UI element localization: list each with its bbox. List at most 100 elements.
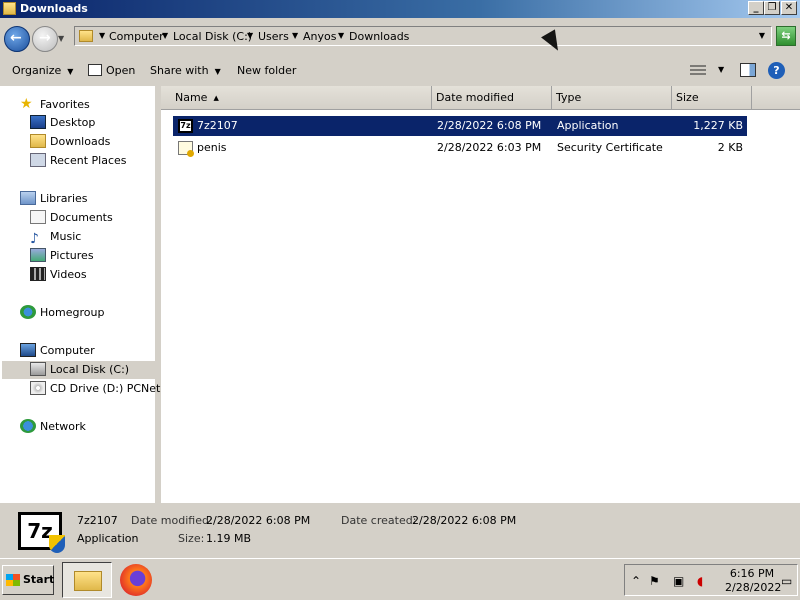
chevron-down-icon[interactable]: ▼ — [162, 31, 168, 40]
details-size: 1.19 MB — [206, 532, 252, 545]
column-header-name[interactable]: Name ▲ — [161, 86, 432, 110]
chevron-down-icon[interactable]: ▼ — [292, 31, 298, 40]
nav-network[interactable]: Network — [20, 418, 86, 436]
file-size: 2 KB — [717, 141, 743, 154]
file-type: Security Certificate — [557, 141, 663, 154]
file-date: 2/28/2022 6:08 PM — [437, 119, 542, 132]
documents-icon — [30, 210, 46, 224]
start-button[interactable]: Start — [2, 565, 54, 595]
nav-desktop[interactable]: Desktop — [30, 114, 95, 132]
file-date: 2/28/2022 6:03 PM — [437, 141, 542, 154]
breadcrumb-anyos[interactable]: Anyos — [303, 30, 336, 43]
star-icon: ★ — [20, 96, 33, 112]
refresh-icon: ⇆ — [781, 29, 791, 42]
window-title: Downloads — [20, 2, 88, 15]
nav-documents[interactable]: Documents — [30, 209, 113, 227]
open-label: Open — [106, 64, 136, 77]
column-header-filler — [752, 86, 800, 110]
show-hidden-icons-icon[interactable]: ⌃ — [631, 574, 641, 588]
details-date-created: 2/28/2022 6:08 PM — [412, 514, 517, 527]
clock[interactable]: 6:16 PM 2/28/2022 — [725, 567, 781, 595]
column-header-date-modified[interactable]: Date modified — [432, 86, 552, 110]
details-date-created-label: Date created: — [341, 514, 417, 527]
libraries-icon — [20, 191, 36, 205]
share-with-menu[interactable]: Share with ▼ — [150, 64, 221, 77]
organize-menu[interactable]: Organize ▼ — [12, 64, 73, 77]
homegroup-icon — [20, 305, 36, 319]
nav-label: Videos — [50, 268, 87, 281]
new-folder-button[interactable]: New folder — [237, 64, 296, 77]
chevron-down-icon[interactable]: ▼ — [247, 31, 253, 40]
uac-shield-icon — [49, 535, 65, 553]
nav-label: Network — [40, 420, 86, 433]
navigation-pane: ★ Favorites Desktop Downloads Recent Plac… — [0, 86, 160, 503]
minimize-button[interactable]: _ — [748, 1, 764, 15]
view-options-dropdown[interactable]: ▼ — [718, 65, 724, 74]
address-bar: ← → ▼ ▼ Computer ▼ Local Disk (C:) ▼ Use… — [0, 18, 800, 56]
refresh-button[interactable]: ⇆ — [776, 26, 796, 46]
back-button[interactable]: ← — [4, 26, 30, 52]
taskbar-firefox-icon[interactable] — [120, 564, 152, 596]
nav-libraries[interactable]: Libraries — [20, 190, 88, 208]
details-file-type: Application — [77, 532, 139, 545]
nav-music[interactable]: ♪ Music — [30, 228, 81, 247]
address-dropdown-icon[interactable]: ▼ — [759, 31, 765, 40]
file-row[interactable]: 7z 7z2107 2/28/2022 6:08 PM Application … — [173, 116, 747, 136]
show-desktop-icon[interactable]: ▭ — [781, 574, 792, 588]
windows-logo-icon — [6, 574, 20, 586]
chevron-down-icon[interactable]: ▼ — [338, 31, 344, 40]
nav-downloads[interactable]: Downloads — [30, 133, 110, 151]
nav-label: Homegroup — [40, 306, 105, 319]
column-label: Name — [175, 91, 208, 104]
forward-arrow-icon: → — [39, 30, 51, 46]
maximize-button[interactable]: ❐ — [764, 1, 780, 15]
nav-label: Libraries — [40, 192, 88, 205]
column-header-type[interactable]: Type — [552, 86, 672, 110]
folder-icon — [3, 2, 16, 15]
details-pane: 7z 7z2107 Application Date modified: 2/2… — [0, 506, 800, 558]
network-status-icon[interactable]: ▣ — [673, 574, 684, 588]
recent-pages-dropdown[interactable]: ▼ — [58, 34, 64, 43]
change-view-icon[interactable] — [690, 65, 706, 77]
system-tray: ⌃ ⚑ ▣ ◖ 6:16 PM 2/28/2022 ▭ — [624, 564, 798, 596]
forward-button[interactable]: → — [32, 26, 58, 52]
breadcrumb-users[interactable]: Users — [258, 30, 289, 43]
preview-pane-icon[interactable] — [740, 63, 756, 77]
nav-videos[interactable]: Videos — [30, 266, 87, 284]
nav-pictures[interactable]: Pictures — [30, 247, 94, 265]
folder-icon — [79, 30, 93, 42]
clock-time: 6:16 PM — [729, 567, 775, 580]
chevron-down-icon[interactable]: ▼ — [99, 31, 105, 40]
nav-recent-places[interactable]: Recent Places — [30, 152, 127, 170]
volume-muted-icon[interactable]: ◖ — [697, 574, 703, 588]
title-bar: Downloads _ ❐ ✕ — [0, 0, 800, 18]
open-button[interactable]: Open — [88, 64, 135, 77]
column-header-size[interactable]: Size — [672, 86, 752, 110]
help-icon[interactable]: ? — [768, 62, 785, 79]
nav-homegroup[interactable]: Homegroup — [20, 304, 104, 322]
sort-ascending-icon: ▲ — [213, 94, 219, 102]
pictures-icon — [30, 248, 46, 262]
certificate-icon — [178, 141, 194, 157]
nav-label: Favorites — [40, 98, 90, 111]
nav-cd-drive[interactable]: CD Drive (D:) PCNet — [30, 380, 160, 398]
action-center-flag-icon[interactable]: ⚑ — [649, 574, 660, 588]
nav-favorites[interactable]: ★ Favorites — [20, 95, 90, 113]
hard-disk-icon — [30, 362, 46, 376]
nav-label: Computer — [40, 344, 95, 357]
nav-computer[interactable]: Computer — [20, 342, 95, 360]
explorer-folder-icon — [74, 571, 102, 591]
breadcrumb-local-disk[interactable]: Local Disk (C:) — [173, 30, 252, 43]
address-field[interactable]: ▼ Computer ▼ Local Disk (C:) ▼ Users ▼ A… — [74, 26, 772, 46]
nav-label: CD Drive (D:) PCNet — [50, 382, 161, 395]
taskbar-explorer-button[interactable] — [62, 562, 112, 598]
nav-local-disk[interactable]: Local Disk (C:) — [2, 361, 158, 379]
close-button[interactable]: ✕ — [781, 1, 797, 15]
column-headers: Name ▲ Date modified Type Size — [161, 86, 800, 110]
command-bar: Organize ▼ Open Share with ▼ New folder ▼ … — [0, 56, 800, 86]
nav-label: Local Disk (C:) — [50, 363, 130, 376]
file-row[interactable]: penis 2/28/2022 6:03 PM Security Certifi… — [173, 138, 747, 158]
breadcrumb-computer[interactable]: Computer — [109, 30, 164, 43]
details-file-name: 7z2107 — [77, 514, 118, 527]
breadcrumb-downloads[interactable]: Downloads — [349, 30, 409, 43]
